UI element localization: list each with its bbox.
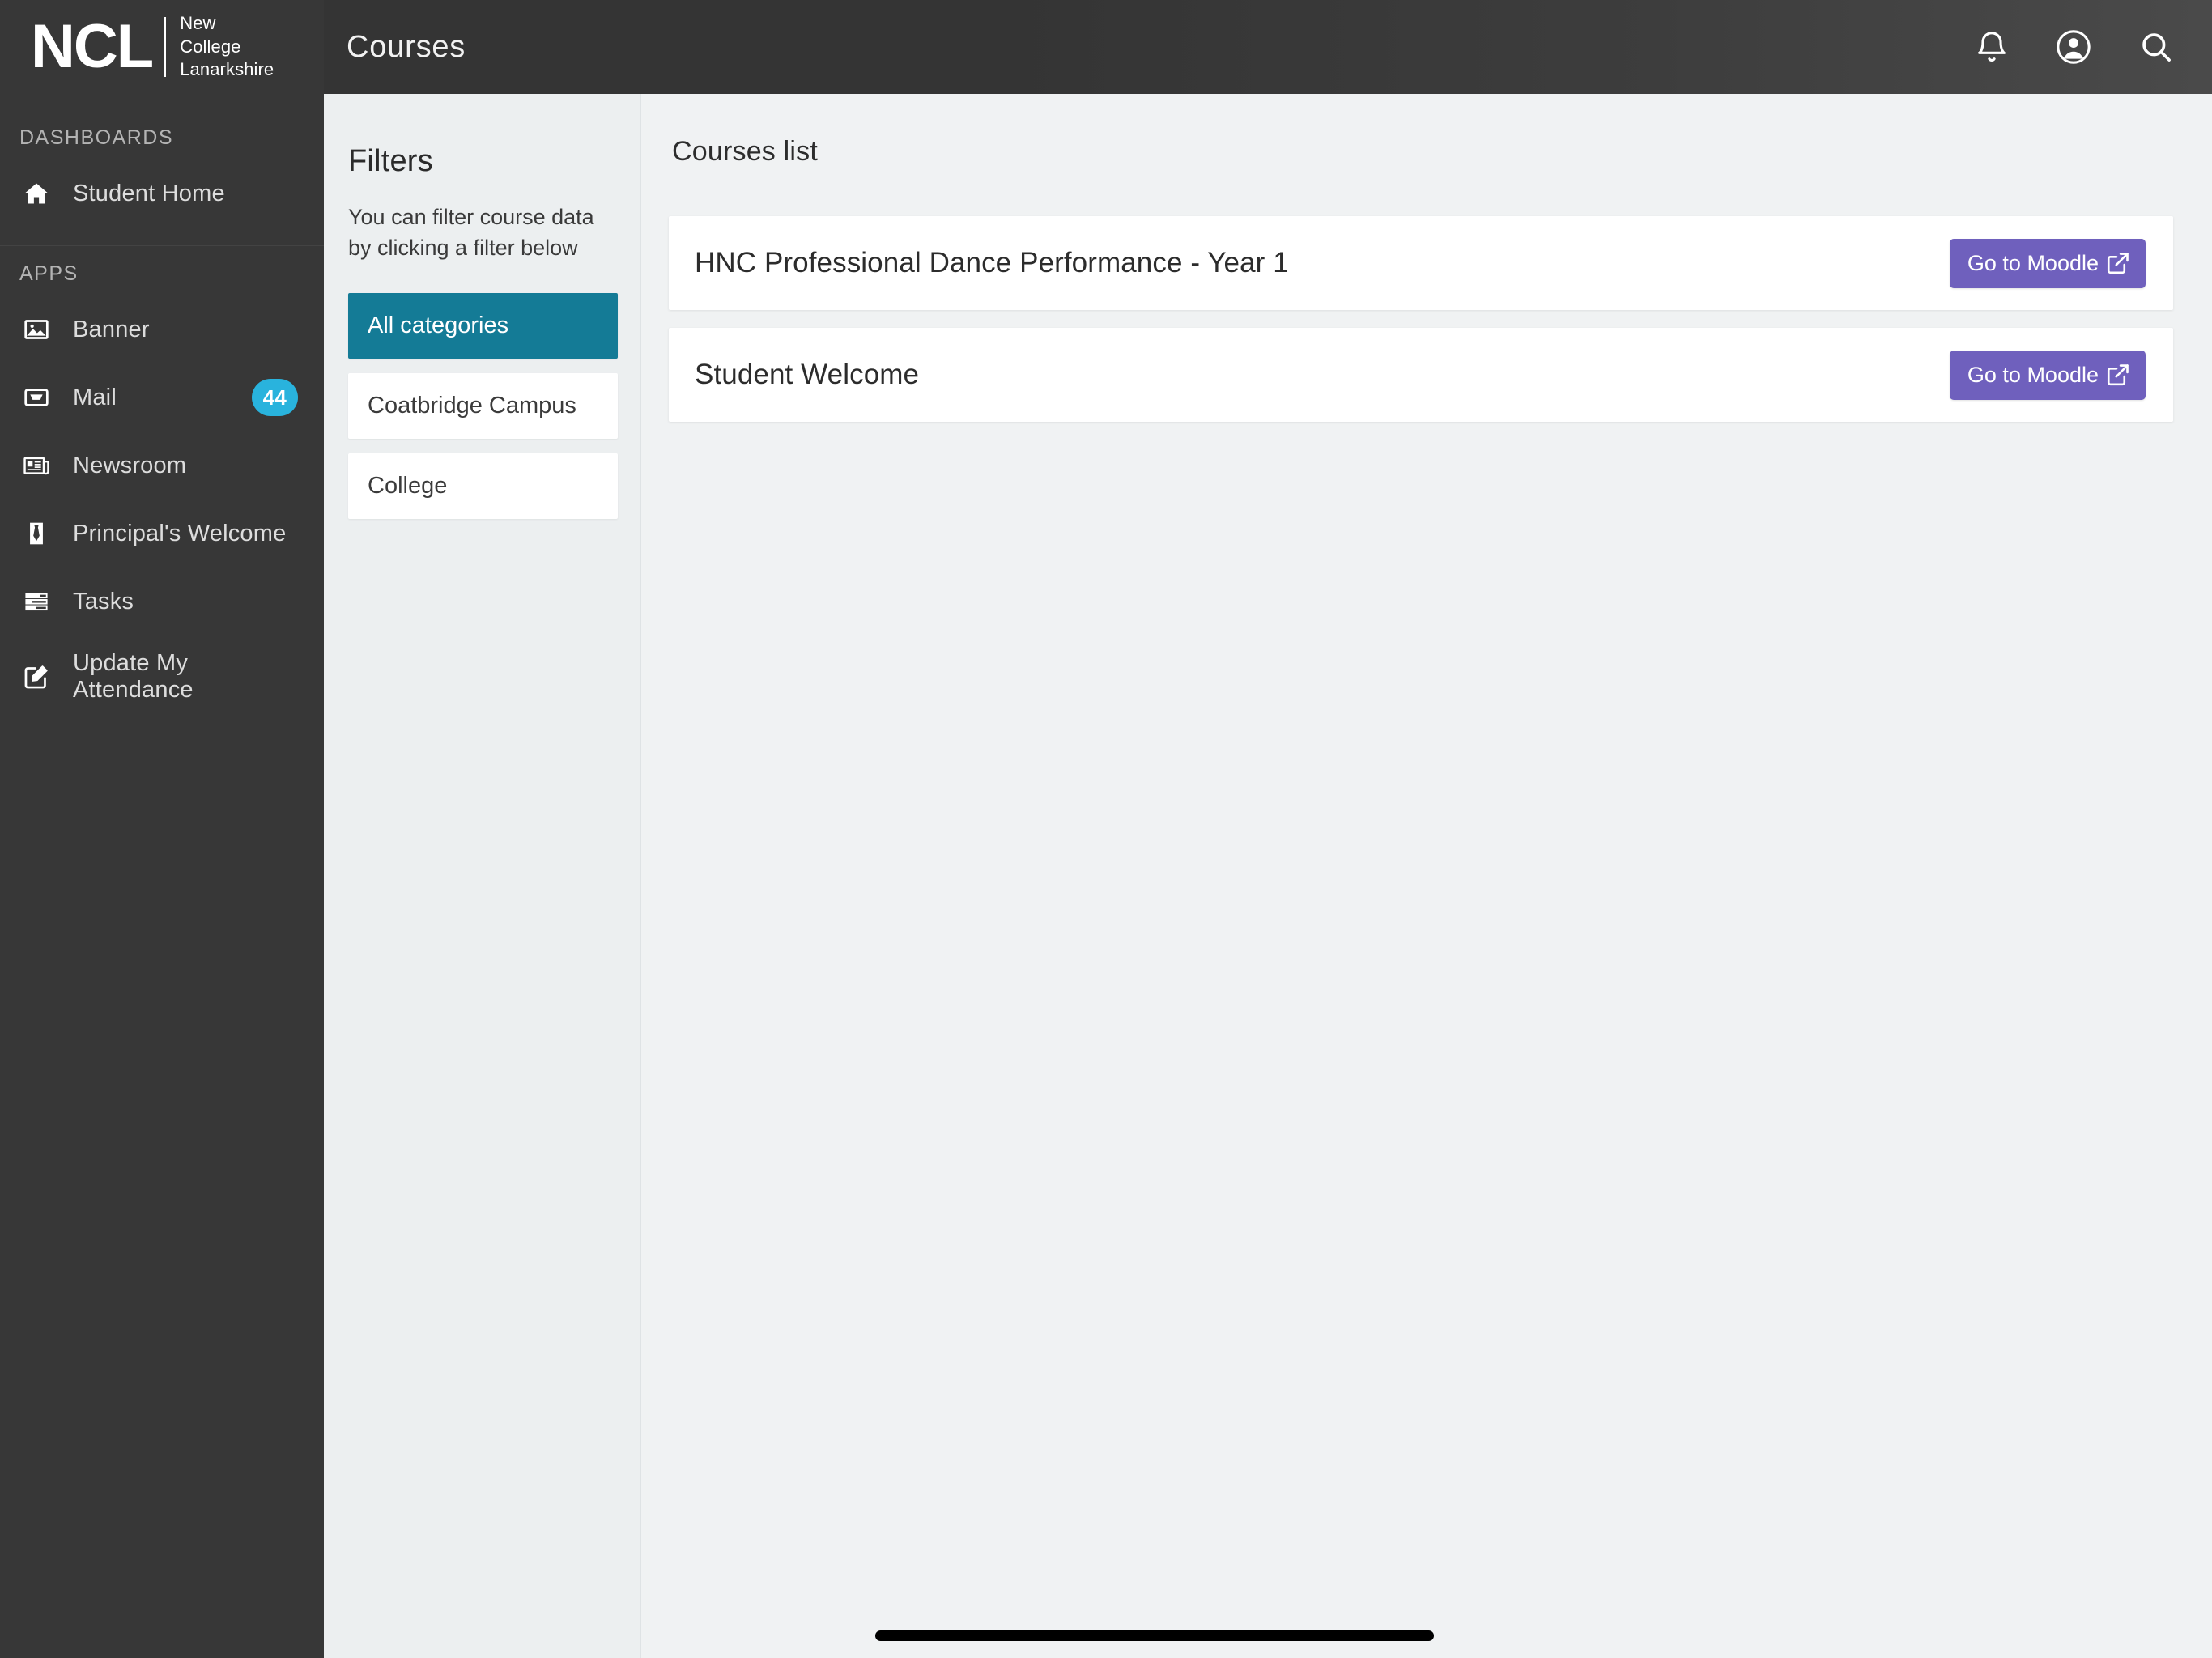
sidebar-item-label: Newsroom — [73, 452, 187, 478]
sidebar-item-banner[interactable]: Banner — [0, 295, 324, 363]
logo-wordmark-text: New College Lanarkshire — [180, 13, 274, 80]
necktie-icon — [23, 520, 60, 547]
external-link-icon — [2106, 251, 2130, 275]
sidebar-item-tasks[interactable]: Tasks — [0, 568, 324, 636]
home-icon — [23, 180, 60, 207]
go-to-moodle-button[interactable]: Go to Moodle — [1949, 350, 2146, 400]
sidebar-item-label: Banner — [73, 316, 150, 342]
filters-title: Filters — [348, 144, 433, 178]
page-title: Courses — [347, 29, 466, 64]
top-header-bar: NCL New College Lanarkshire Courses — [0, 0, 2212, 94]
filter-options-list: All categories Coatbridge Campus College — [348, 292, 618, 519]
courses-list: HNC Professional Dance Performance - Yea… — [669, 216, 2173, 422]
newspaper-icon — [23, 452, 60, 479]
ncl-logo: NCL New College Lanarkshire — [31, 12, 274, 82]
filters-description: You can filter course data by clicking a… — [348, 205, 594, 261]
edit-pencil-icon — [23, 663, 60, 691]
sidebar-item-label: Principal's Welcome — [73, 520, 287, 546]
filter-option-all-categories[interactable]: All categories — [348, 292, 618, 359]
tasks-list-icon — [23, 588, 60, 615]
sidebar-divider — [0, 245, 324, 246]
filters-panel: Filters You can filter course data by cl… — [324, 94, 641, 1658]
left-sidebar-nav: DASHBOARDS Student Home APPS Banner Mail… — [0, 94, 324, 1658]
filter-option-college[interactable]: College — [348, 453, 618, 519]
course-title: HNC Professional Dance Performance - Yea… — [695, 247, 1289, 278]
course-card: Student Welcome Go to Moodle — [669, 328, 2173, 422]
nav-group-label-dashboards: DASHBOARDS — [19, 126, 174, 149]
sidebar-item-label: Student Home — [73, 180, 225, 206]
course-title: Student Welcome — [695, 359, 920, 390]
sidebar-item-principals-welcome[interactable]: Principal's Welcome — [0, 500, 324, 568]
notifications-bell-icon[interactable] — [1974, 29, 2010, 65]
logo-mark-text: NCL — [31, 11, 154, 81]
sidebar-item-label: Update My Attendance — [73, 650, 194, 703]
sidebar-item-update-my-attendance[interactable]: Update My Attendance — [0, 636, 324, 718]
brand-logo-area[interactable]: NCL New College Lanarkshire — [0, 0, 324, 94]
mail-unread-badge: 44 — [251, 379, 298, 416]
search-icon[interactable] — [2138, 28, 2175, 66]
user-account-icon[interactable] — [2055, 28, 2092, 66]
page-body: DASHBOARDS Student Home APPS Banner Mail… — [0, 94, 2212, 1658]
sidebar-item-label: Mail — [73, 384, 117, 410]
main-content: Courses list HNC Professional Dance Perf… — [641, 94, 2212, 1658]
image-icon — [23, 316, 60, 343]
sidebar-item-mail[interactable]: Mail 44 — [0, 363, 324, 432]
course-card: HNC Professional Dance Performance - Yea… — [669, 216, 2173, 310]
external-link-icon — [2106, 363, 2130, 387]
inbox-icon — [23, 384, 60, 411]
courses-list-heading: Courses list — [672, 136, 819, 167]
go-to-moodle-label: Go to Moodle — [1967, 250, 2099, 275]
sidebar-item-label: Tasks — [73, 588, 134, 614]
go-to-moodle-button[interactable]: Go to Moodle — [1949, 238, 2146, 288]
sidebar-item-student-home[interactable]: Student Home — [0, 159, 324, 227]
header-icon-group — [1974, 0, 2212, 94]
app-root: NCL New College Lanarkshire Courses DASH… — [0, 0, 2212, 1658]
filter-option-coatbridge-campus[interactable]: Coatbridge Campus — [348, 372, 618, 439]
nav-group-label-apps: APPS — [19, 262, 79, 285]
go-to-moodle-label: Go to Moodle — [1967, 362, 2099, 387]
logo-divider-rule — [164, 17, 167, 77]
sidebar-item-newsroom[interactable]: Newsroom — [0, 432, 324, 500]
